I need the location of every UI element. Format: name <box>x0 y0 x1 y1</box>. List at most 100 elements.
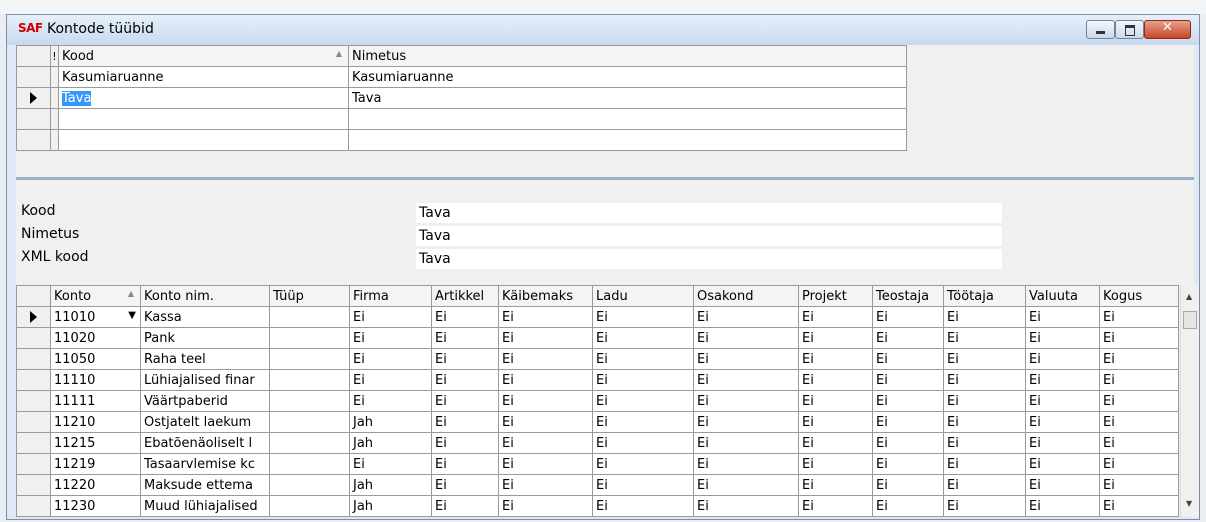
cell-osakond[interactable]: Ei <box>693 453 799 475</box>
cell-ladu[interactable]: Ei <box>592 453 694 475</box>
scroll-down-icon[interactable]: ▼ <box>1186 499 1192 508</box>
cell-projekt[interactable]: Ei <box>798 474 873 496</box>
cell-artikkel[interactable]: Ei <box>431 348 499 370</box>
cell-valuuta[interactable]: Ei <box>1025 453 1100 475</box>
row-selector[interactable] <box>16 327 51 349</box>
column-header-artikkel[interactable]: Artikkel <box>431 285 499 307</box>
cell-nimetus[interactable] <box>348 108 907 130</box>
cell-kaibemaks[interactable]: Ei <box>498 432 593 454</box>
cell-osakond[interactable]: Ei <box>693 390 799 412</box>
row-selector[interactable] <box>16 495 51 517</box>
cell-projekt[interactable]: Ei <box>798 432 873 454</box>
row-selector[interactable] <box>16 306 51 328</box>
cell-teostaja[interactable]: Ei <box>872 411 944 433</box>
cell-kaibemaks[interactable]: Ei <box>498 348 593 370</box>
cell-kaibemaks[interactable]: Ei <box>498 474 593 496</box>
row-selector[interactable] <box>16 66 51 88</box>
cell-teostaja[interactable]: Ei <box>872 474 944 496</box>
row-selector[interactable] <box>16 432 51 454</box>
cell-projekt[interactable]: Ei <box>798 453 873 475</box>
table-row[interactable]: 11111 Väärtpaberid Ei Ei Ei Ei Ei Ei Ei Ei Ei Ei <box>16 390 1179 412</box>
cell-osakond[interactable]: Ei <box>693 495 799 517</box>
cell-valuuta[interactable]: Ei <box>1025 432 1100 454</box>
table-row[interactable]: 11230 Muud lühiajalised Jah Ei Ei Ei Ei Ei Ei Ei E… <box>16 495 1179 517</box>
cell-kood[interactable] <box>58 108 349 130</box>
column-header-kogus[interactable]: Kogus <box>1099 285 1179 307</box>
cell-kogus[interactable]: Ei <box>1099 348 1179 370</box>
column-header-valuuta[interactable]: Valuuta <box>1025 285 1100 307</box>
table-row[interactable]: 11050 Raha teel Ei Ei Ei Ei Ei Ei Ei Ei Ei Ei <box>16 348 1179 370</box>
cell-konto-nim[interactable]: Ostjatelt laekum <box>140 411 270 433</box>
cell-valuuta[interactable]: Ei <box>1025 390 1100 412</box>
cell-ladu[interactable]: Ei <box>592 369 694 391</box>
cell-tootaja[interactable]: Ei <box>943 369 1026 391</box>
table-row[interactable]: 11110 Lühiajalised finar Ei Ei Ei Ei Ei Ei Ei Ei E… <box>16 369 1179 391</box>
column-header-firma[interactable]: Firma <box>349 285 432 307</box>
column-header-kaibemaks[interactable]: Käibemaks <box>498 285 593 307</box>
cell-osakond[interactable]: Ei <box>693 369 799 391</box>
cell-konto-nim[interactable]: Lühiajalised finar <box>140 369 270 391</box>
vertical-scrollbar[interactable]: ▲ ▼ <box>1180 285 1199 517</box>
cell-firma[interactable]: Jah <box>349 495 432 517</box>
cell-ladu[interactable]: Ei <box>592 495 694 517</box>
column-header-kood[interactable]: Kood ▲ <box>58 45 349 67</box>
title-bar[interactable]: SAF Kontode tüübid ✕ <box>7 15 1199 45</box>
cell-nimetus[interactable]: Tava <box>348 87 907 109</box>
cell-teostaja[interactable]: Ei <box>872 453 944 475</box>
cell-nimetus[interactable] <box>348 129 907 151</box>
cell-kaibemaks[interactable]: Ei <box>498 306 593 328</box>
cell-kogus[interactable]: Ei <box>1099 327 1179 349</box>
cell-ladu[interactable]: Ei <box>592 474 694 496</box>
cell-valuuta[interactable]: Ei <box>1025 306 1100 328</box>
cell-projekt[interactable]: Ei <box>798 390 873 412</box>
cell-kood[interactable]: Kasumiaruanne <box>58 66 349 88</box>
cell-kood-edit[interactable]: Tava <box>58 87 349 109</box>
cell-artikkel[interactable]: Ei <box>431 432 499 454</box>
cell-kaibemaks[interactable]: Ei <box>498 453 593 475</box>
cell-kaibemaks[interactable]: Ei <box>498 495 593 517</box>
cell-konto[interactable]: 11220 <box>50 474 141 496</box>
cell-valuuta[interactable]: Ei <box>1025 474 1100 496</box>
cell-tootaja[interactable]: Ei <box>943 390 1026 412</box>
cell-tootaja[interactable]: Ei <box>943 411 1026 433</box>
cell-artikkel[interactable]: Ei <box>431 306 499 328</box>
cell-konto[interactable]: 11050 <box>50 348 141 370</box>
cell-konto-nim[interactable]: Tasaarvlemise kc <box>140 453 270 475</box>
cell-tuup[interactable] <box>269 432 350 454</box>
cell-firma[interactable]: Jah <box>349 411 432 433</box>
cell-tootaja[interactable]: Ei <box>943 432 1026 454</box>
column-header-konto[interactable]: Konto ▲ <box>50 285 141 307</box>
cell-tootaja[interactable]: Ei <box>943 453 1026 475</box>
cell-firma[interactable]: Jah <box>349 432 432 454</box>
cell-artikkel[interactable]: Ei <box>431 495 499 517</box>
cell-kogus[interactable]: Ei <box>1099 474 1179 496</box>
column-header-tootaja[interactable]: Töötaja <box>943 285 1026 307</box>
cell-teostaja[interactable]: Ei <box>872 369 944 391</box>
cell-kogus[interactable]: Ei <box>1099 369 1179 391</box>
cell-teostaja[interactable]: Ei <box>872 348 944 370</box>
cell-kaibemaks[interactable]: Ei <box>498 369 593 391</box>
cell-teostaja[interactable]: Ei <box>872 306 944 328</box>
cell-kogus[interactable]: Ei <box>1099 495 1179 517</box>
maximize-button[interactable] <box>1115 20 1144 39</box>
cell-tuup[interactable] <box>269 348 350 370</box>
cell-tootaja[interactable]: Ei <box>943 327 1026 349</box>
cell-kood[interactable] <box>58 129 349 151</box>
cell-konto[interactable]: 11111 <box>50 390 141 412</box>
cell-konto-nim[interactable]: Raha teel <box>140 348 270 370</box>
cell-kogus[interactable]: Ei <box>1099 453 1179 475</box>
cell-konto[interactable]: 11110 <box>50 369 141 391</box>
cell-projekt[interactable]: Ei <box>798 348 873 370</box>
cell-konto-nim[interactable]: Väärtpaberid <box>140 390 270 412</box>
scroll-up-icon[interactable]: ▲ <box>1186 292 1192 301</box>
cell-valuuta[interactable]: Ei <box>1025 327 1100 349</box>
cell-artikkel[interactable]: Ei <box>431 327 499 349</box>
table-row[interactable]: 11215 Ebatõenäoliselt l Jah Ei Ei Ei Ei Ei Ei Ei E… <box>16 432 1179 454</box>
row-selector[interactable] <box>16 411 51 433</box>
cell-projekt[interactable]: Ei <box>798 327 873 349</box>
row-selector[interactable] <box>16 87 51 109</box>
cell-projekt[interactable]: Ei <box>798 306 873 328</box>
row-selector[interactable] <box>16 369 51 391</box>
table-row[interactable]: 11219 Tasaarvlemise kc Ei Ei Ei Ei Ei Ei Ei Ei Ei E… <box>16 453 1179 475</box>
cell-tuup[interactable] <box>269 411 350 433</box>
